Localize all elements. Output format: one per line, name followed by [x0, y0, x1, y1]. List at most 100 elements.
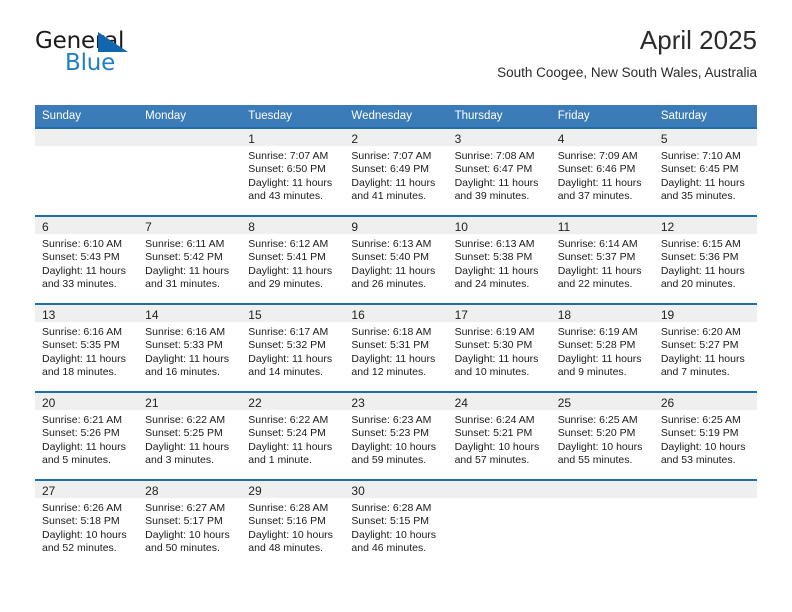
day-cell-details [138, 146, 241, 150]
daylight-text-line1: Daylight: 11 hours [145, 264, 229, 277]
calendar-day-cell-empty [653, 479, 757, 567]
day-cell-details: Sunrise: 6:23 AM Sunset: 5:23 PM Daylight:… [344, 410, 447, 467]
calendar-day-cell[interactable]: 2 Sunrise: 7:07 AM Sunset: 6:49 PM Daylight… [344, 127, 448, 216]
calendar-day-cell[interactable]: 28 Sunrise: 6:27 AM Sunset: 5:17 PM Dayligh… [138, 479, 242, 567]
daylight-text-line1: Daylight: 11 hours [248, 440, 333, 453]
calendar-day-cell[interactable]: 5 Sunrise: 7:10 AM Sunset: 6:45 PM Daylight… [653, 127, 757, 216]
calendar-day-cell[interactable]: 18 Sunrise: 6:19 AM Sunset: 5:28 PM Dayligh… [550, 303, 654, 392]
daylight-text-line1: Daylight: 11 hours [660, 352, 745, 365]
calendar-day-cell[interactable]: 25 Sunrise: 6:25 AM Sunset: 5:20 PM Dayligh… [550, 391, 654, 480]
calendar-day-cell[interactable]: 7 Sunrise: 6:11 AM Sunset: 5:42 PM Daylight… [138, 215, 242, 304]
general-blue-logo[interactable]: General Blue [35, 30, 165, 80]
day-number: 18 [557, 308, 572, 322]
calendar-day-cell[interactable]: 3 Sunrise: 7:08 AM Sunset: 6:47 PM Daylight… [447, 127, 551, 216]
sunrise-text: Sunrise: 6:28 AM [248, 502, 329, 514]
day-number-band: 6 [35, 217, 139, 234]
sunset-text: Sunset: 5:27 PM [660, 339, 739, 352]
calendar-day-cell[interactable]: 22 Sunrise: 6:22 AM Sunset: 5:24 PM Dayligh… [241, 391, 345, 480]
calendar-day-cell[interactable]: 10 Sunrise: 6:13 AM Sunset: 5:38 PM Dayligh… [447, 215, 551, 304]
daylight-text-line1: Daylight: 11 hours [42, 352, 126, 365]
day-cell-details [35, 146, 138, 150]
sunset-text: Sunset: 5:30 PM [454, 339, 533, 352]
calendar-day-cell[interactable]: 16 Sunrise: 6:18 AM Sunset: 5:31 PM Dayligh… [344, 303, 448, 392]
day-cell-details: Sunrise: 6:19 AM Sunset: 5:30 PM Daylight:… [448, 322, 551, 379]
day-number: 30 [351, 484, 365, 498]
sunset-text: Sunset: 5:40 PM [351, 251, 430, 264]
day-number-band: 11 [550, 217, 654, 234]
calendar-day-cell[interactable]: 9 Sunrise: 6:13 AM Sunset: 5:40 PM Daylight… [344, 215, 448, 304]
day-number: 1 [248, 132, 255, 146]
calendar-day-cell[interactable]: 21 Sunrise: 6:22 AM Sunset: 5:25 PM Dayligh… [138, 391, 242, 480]
calendar-day-cell[interactable]: 19 Sunrise: 6:20 AM Sunset: 5:27 PM Dayligh… [653, 303, 757, 392]
daylight-text-line1: Daylight: 11 hours [145, 440, 229, 453]
day-number-band [653, 481, 757, 498]
daylight-text-line2: and 31 minutes. [145, 277, 220, 290]
weekday-header-row: Sunday Monday Tuesday Wednesday Thursday… [35, 105, 757, 128]
day-cell-details: Sunrise: 6:13 AM Sunset: 5:40 PM Daylight:… [344, 234, 447, 291]
calendar-day-cell[interactable]: 24 Sunrise: 6:24 AM Sunset: 5:21 PM Dayligh… [447, 391, 551, 480]
calendar-day-cell[interactable]: 12 Sunrise: 6:15 AM Sunset: 5:36 PM Dayligh… [653, 215, 757, 304]
day-cell-details: Sunrise: 6:12 AM Sunset: 5:41 PM Daylight:… [241, 234, 344, 291]
day-number-band: 18 [550, 305, 654, 322]
calendar-week-row: 6 Sunrise: 6:10 AM Sunset: 5:43 PM Daylight… [35, 215, 757, 304]
calendar-day-cell[interactable]: 14 Sunrise: 6:16 AM Sunset: 5:33 PM Dayligh… [138, 303, 242, 392]
title-block: April 2025 South Coogee, New South Wales… [497, 25, 757, 80]
sunrise-text: Sunrise: 6:13 AM [454, 238, 535, 250]
day-cell-details: Sunrise: 6:20 AM Sunset: 5:27 PM Daylight:… [654, 322, 757, 379]
day-cell-details: Sunrise: 6:13 AM Sunset: 5:38 PM Daylight:… [448, 234, 551, 291]
sunrise-text: Sunrise: 7:10 AM [660, 150, 741, 162]
sunrise-text: Sunrise: 6:13 AM [351, 238, 432, 250]
daylight-text-line2: and 22 minutes. [557, 277, 633, 290]
weekday-header-tuesday: Tuesday [241, 105, 345, 128]
calendar-day-cell[interactable]: 20 Sunrise: 6:21 AM Sunset: 5:26 PM Dayligh… [35, 391, 139, 480]
daylight-text-line2: and 1 minute. [248, 453, 312, 466]
calendar-day-cell[interactable]: 4 Sunrise: 7:09 AM Sunset: 6:46 PM Daylight… [550, 127, 654, 216]
sunrise-text: Sunrise: 7:07 AM [351, 150, 432, 162]
day-number-band [138, 129, 242, 146]
calendar-day-cell[interactable]: 29 Sunrise: 6:28 AM Sunset: 5:16 PM Dayligh… [241, 479, 345, 567]
calendar-day-cell[interactable]: 23 Sunrise: 6:23 AM Sunset: 5:23 PM Dayligh… [344, 391, 448, 480]
daylight-text-line1: Daylight: 10 hours [248, 528, 333, 541]
day-number-band: 26 [653, 393, 757, 410]
daylight-text-line1: Daylight: 11 hours [454, 352, 539, 365]
sunrise-text: Sunrise: 6:26 AM [42, 502, 122, 514]
sunset-text: Sunset: 5:36 PM [660, 251, 739, 264]
calendar-day-cell[interactable]: 26 Sunrise: 6:25 AM Sunset: 5:19 PM Dayligh… [653, 391, 757, 480]
day-cell-details: Sunrise: 6:22 AM Sunset: 5:24 PM Daylight:… [241, 410, 344, 467]
daylight-text-line2: and 39 minutes. [454, 189, 530, 202]
day-number-band: 27 [35, 481, 139, 498]
daylight-text-line2: and 14 minutes. [248, 365, 323, 378]
sunrise-text: Sunrise: 6:12 AM [248, 238, 329, 250]
calendar-day-cell[interactable]: 6 Sunrise: 6:10 AM Sunset: 5:43 PM Daylight… [35, 215, 139, 304]
daylight-text-line1: Daylight: 11 hours [351, 264, 436, 277]
calendar-day-cell[interactable]: 27 Sunrise: 6:26 AM Sunset: 5:18 PM Dayligh… [35, 479, 139, 567]
daylight-text-line1: Daylight: 11 hours [351, 176, 436, 189]
day-number: 10 [454, 220, 468, 234]
daylight-text-line1: Daylight: 11 hours [660, 176, 745, 189]
day-number-band: 21 [138, 393, 242, 410]
calendar-day-cell[interactable]: 1 Sunrise: 7:07 AM Sunset: 6:50 PM Daylight… [241, 127, 345, 216]
day-number-band: 13 [35, 305, 139, 322]
day-cell-details: Sunrise: 7:08 AM Sunset: 6:47 PM Daylight:… [448, 146, 551, 203]
sunrise-text: Sunrise: 6:25 AM [557, 414, 638, 426]
day-number-band: 19 [653, 305, 757, 322]
sunset-text: Sunset: 5:16 PM [248, 515, 326, 528]
calendar-day-cell[interactable]: 30 Sunrise: 6:28 AM Sunset: 5:15 PM Dayligh… [344, 479, 448, 567]
day-number: 9 [351, 220, 359, 234]
calendar-day-cell[interactable]: 8 Sunrise: 6:12 AM Sunset: 5:41 PM Daylight… [241, 215, 345, 304]
calendar-day-cell[interactable]: 11 Sunrise: 6:14 AM Sunset: 5:37 PM Dayligh… [550, 215, 654, 304]
calendar-day-cell[interactable]: 15 Sunrise: 6:17 AM Sunset: 5:32 PM Dayligh… [241, 303, 345, 392]
sunrise-text: Sunrise: 6:10 AM [42, 238, 122, 250]
page-header: General Blue April 2025 South Coogee, Ne… [35, 25, 757, 98]
day-number-band: 24 [447, 393, 551, 410]
daylight-text-line2: and 43 minutes. [248, 189, 323, 202]
daylight-text-line2: and 29 minutes. [248, 277, 323, 290]
calendar-day-cell[interactable]: 17 Sunrise: 6:19 AM Sunset: 5:30 PM Dayligh… [447, 303, 551, 392]
daylight-text-line2: and 26 minutes. [351, 277, 427, 290]
calendar-day-cell[interactable]: 13 Sunrise: 6:16 AM Sunset: 5:35 PM Dayligh… [35, 303, 139, 392]
calendar-week-row: 13 Sunrise: 6:16 AM Sunset: 5:35 PM Dayligh… [35, 303, 757, 392]
day-number: 25 [557, 396, 572, 410]
sunset-text: Sunset: 5:26 PM [42, 427, 120, 440]
daylight-text-line2: and 52 minutes. [42, 541, 117, 554]
sunrise-text: Sunrise: 6:19 AM [557, 326, 638, 338]
